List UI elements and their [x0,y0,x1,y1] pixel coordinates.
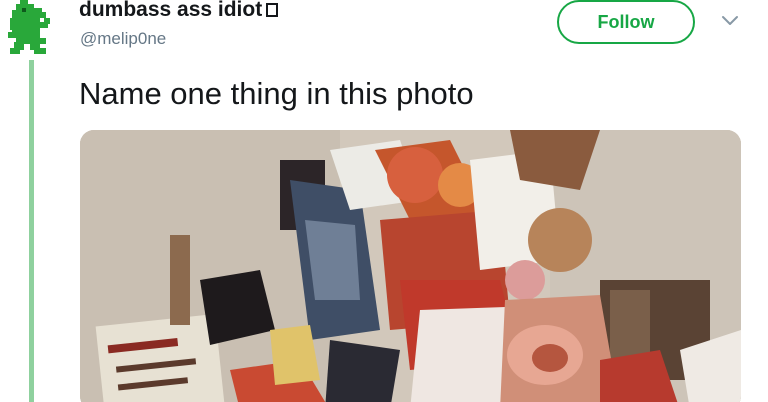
chevron-down-icon[interactable] [721,14,739,28]
user-handle[interactable]: @melip0ne [80,29,166,49]
display-name-text: dumbass ass idiot [79,0,263,21]
display-name[interactable]: dumbass ass idiot [79,0,279,22]
missing-glyph-box-icon [266,3,279,17]
user-avatar[interactable] [6,0,56,58]
tweet-card: dumbass ass idiot @melip0ne Follow Name … [0,0,768,402]
green-dragon-avatar-icon [8,0,50,54]
photo-abstract-image [80,130,741,402]
thread-line [29,60,34,402]
tweet-photo[interactable] [80,130,741,402]
tweet-text: Name one thing in this photo [79,76,474,111]
follow-button[interactable]: Follow [557,0,695,44]
